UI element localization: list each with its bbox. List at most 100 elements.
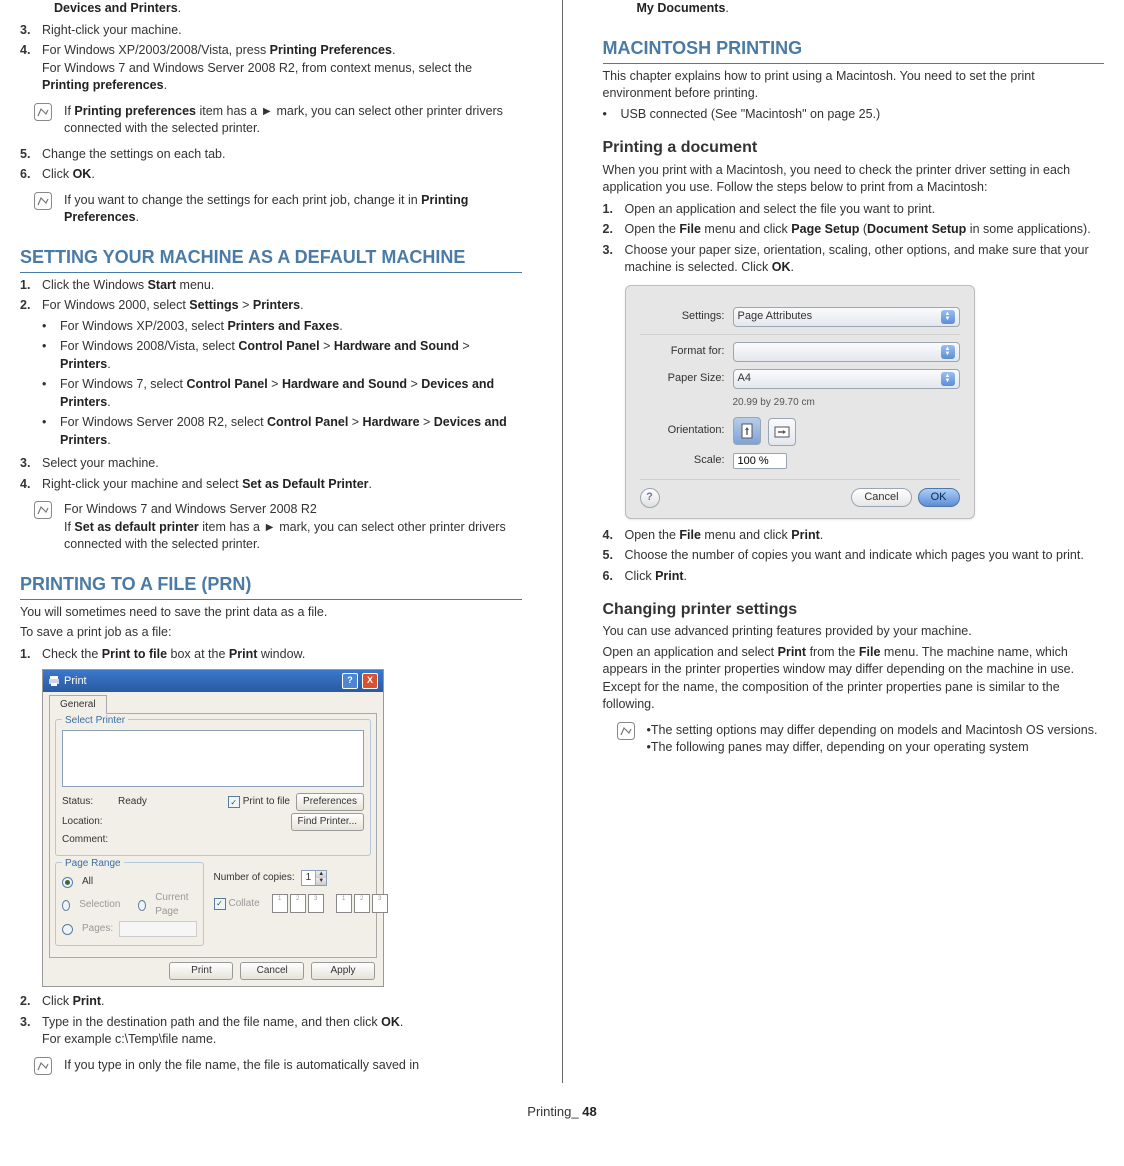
step-number: 4. (603, 527, 625, 545)
step-body: Click the Windows Start menu. (42, 277, 522, 295)
fieldset-select-printer: Select Printer Status: Ready ✓ Print to … (55, 719, 371, 856)
print-button[interactable]: Print (169, 962, 233, 980)
page-footer: Printing_ 48 (20, 1103, 1104, 1121)
mac-prereq-bullets: •USB connected (See "Macintosh" on page … (603, 106, 1105, 124)
mac-page-setup-dialog: Settings: Page Attributes ▲▼ Format for:… (625, 285, 975, 519)
collate-checkbox[interactable]: ✓ Collate (214, 897, 260, 911)
tab-general[interactable]: General (49, 695, 107, 714)
step-number: 1. (20, 646, 42, 664)
settings-label: Settings: (640, 309, 725, 324)
step-body: Choose your paper size, orientation, sca… (625, 242, 1105, 277)
step-number: 2. (20, 993, 42, 1011)
step-number: 4. (20, 42, 42, 95)
orientation-label: Orientation: (640, 423, 725, 438)
cancel-button[interactable]: Cancel (851, 488, 911, 507)
step-number: 6. (603, 568, 625, 586)
prn-intro-1: You will sometimes need to save the prin… (20, 604, 522, 622)
fieldset-title: Select Printer (62, 714, 128, 728)
printer-icon (48, 675, 60, 687)
format-for-label: Format for: (640, 344, 725, 359)
note-icon (34, 1057, 54, 1075)
location-label: Location: (62, 815, 112, 829)
radio-pages[interactable] (62, 924, 73, 935)
note-icon (34, 103, 54, 138)
note-icon (617, 722, 637, 757)
printdoc-intro: When you print with a Macintosh, you nee… (603, 162, 1105, 197)
mac-print-steps-cont: 4. Open the File menu and click Print. 5… (603, 527, 1105, 586)
prn-steps-cont: 2. Click Print. 3. Type in the destinati… (20, 993, 522, 1049)
heading-printing-a-document: Printing a document (603, 137, 1105, 159)
dialog-title: Print (64, 674, 87, 689)
ok-button[interactable]: OK (918, 488, 960, 507)
step-number: 3. (20, 455, 42, 473)
heading-print-to-file: PRINTING TO A FILE (PRN) (20, 572, 522, 600)
continuation-line: My Documents. (637, 0, 1105, 18)
step-body: Open an application and select the file … (625, 201, 1105, 219)
select-arrows-icon: ▲▼ (941, 345, 955, 359)
select-arrows-icon: ▲▼ (941, 372, 955, 386)
copies-input[interactable]: 1 ▲▼ (301, 870, 328, 886)
fieldset-title: Page Range (62, 857, 124, 871)
step-number: 5. (603, 547, 625, 565)
step-body: Click Print. (625, 568, 1105, 586)
printer-list[interactable] (62, 730, 364, 787)
help-button[interactable]: ? (640, 488, 660, 508)
status-value: Ready (118, 795, 147, 809)
step-number: 2. (603, 221, 625, 239)
step-body: Check the Print to file box at the Print… (42, 646, 522, 664)
dialog-titlebar: Print ? X (43, 670, 383, 692)
format-for-select[interactable]: ▲▼ (733, 342, 960, 362)
change-settings-p2: Open an application and select Print fro… (603, 644, 1105, 714)
step-body: Click OK. (42, 166, 522, 184)
note-printing-preferences-mark: If Printing preferences item has a ► mar… (34, 103, 522, 138)
paper-size-select[interactable]: A4 ▲▼ (733, 369, 960, 389)
comment-label: Comment: (62, 833, 112, 847)
step-body: Right-click your machine and select Set … (42, 476, 522, 494)
step-number: 3. (20, 1014, 42, 1049)
note-file-autosave: If you type in only the file name, the f… (34, 1057, 522, 1075)
step-body: For Windows 2000, select Settings > Prin… (42, 297, 522, 452)
radio-selection[interactable] (62, 900, 70, 911)
step-body: Select your machine. (42, 455, 522, 473)
step-body: Right-click your machine. (42, 22, 522, 40)
step-number: 4. (20, 476, 42, 494)
step-body: Click Print. (42, 993, 522, 1011)
step-number: 2. (20, 297, 42, 452)
scale-label: Scale: (640, 453, 725, 468)
left-column: Devices and Printers. 3. Right-click you… (20, 0, 522, 1083)
note-change-per-job: If you want to change the settings for e… (34, 192, 522, 227)
close-button[interactable]: X (362, 673, 378, 689)
apply-button[interactable]: Apply (311, 962, 375, 980)
note-icon (34, 192, 54, 227)
note-settings-differ: •The setting options may differ dependin… (617, 722, 1105, 757)
orientation-landscape-button[interactable] (768, 418, 796, 446)
paper-size-caption: 20.99 by 29.70 cm (733, 396, 960, 410)
column-divider (562, 0, 563, 1083)
preferences-button[interactable]: Preferences (296, 793, 364, 811)
status-label: Status: (62, 795, 112, 809)
scale-input[interactable] (733, 453, 787, 469)
note-icon (34, 501, 54, 554)
settings-select[interactable]: Page Attributes ▲▼ (733, 307, 960, 327)
radio-current-page[interactable] (138, 900, 146, 911)
find-printer-button[interactable]: Find Printer... (291, 813, 364, 831)
help-button[interactable]: ? (342, 673, 358, 689)
collate-illustration: 123 (336, 894, 388, 913)
copies-label: Number of copies: (214, 871, 295, 885)
cancel-button[interactable]: Cancel (240, 962, 304, 980)
pages-input[interactable] (119, 921, 196, 937)
step-number: 5. (20, 146, 42, 164)
orientation-portrait-button[interactable] (733, 417, 761, 445)
heading-default-machine: SETTING YOUR MACHINE AS A DEFAULT MACHIN… (20, 245, 522, 273)
heading-macintosh-printing: MACINTOSH PRINTING (603, 36, 1105, 64)
fieldset-page-range: Page Range All Selection Current Page Pa… (55, 862, 204, 946)
print-to-file-checkbox[interactable]: ✓ Print to file (228, 795, 290, 809)
radio-all[interactable] (62, 877, 73, 888)
steps-before-default: 3. Right-click your machine. 4. For Wind… (20, 22, 522, 95)
step-body: Choose the number of copies you want and… (625, 547, 1105, 565)
select-arrows-icon: ▲▼ (941, 310, 955, 324)
default-machine-steps: 1. Click the Windows Start menu. 2. For … (20, 277, 522, 494)
step-body: For Windows XP/2003/2008/Vista, press Pr… (42, 42, 522, 95)
step-number: 3. (603, 242, 625, 277)
continuation-line: Devices and Printers. (54, 0, 522, 18)
